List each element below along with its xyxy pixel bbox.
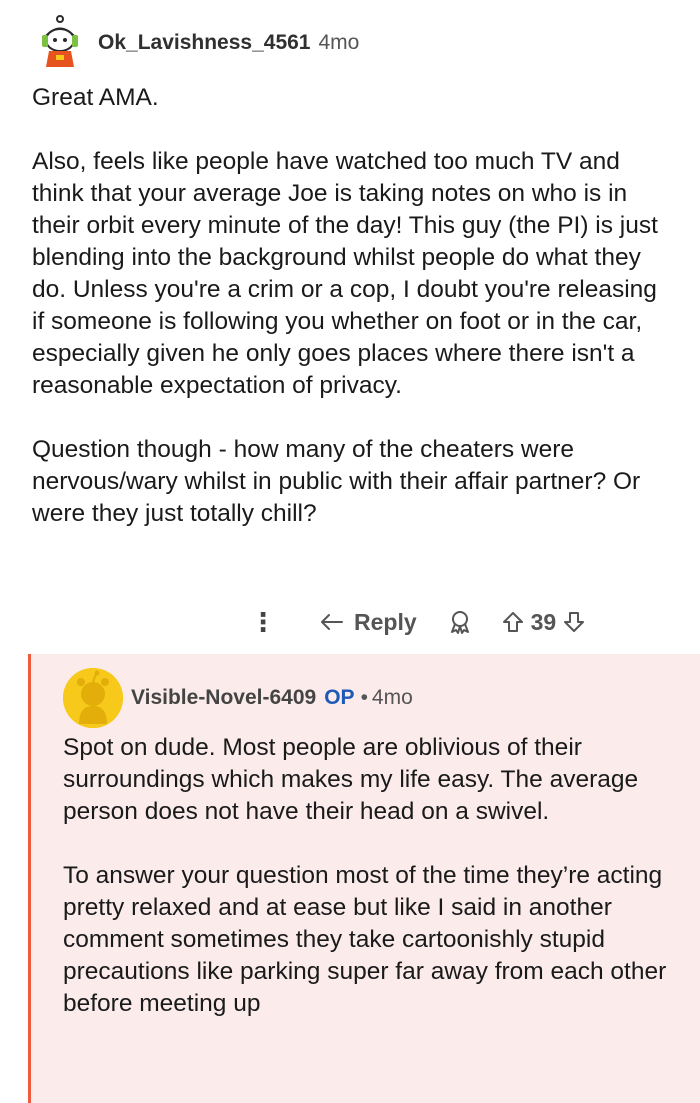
reply-comment: Visible-Novel-6409 OP • 4mo Spot on dude… <box>28 654 700 1103</box>
avatar[interactable] <box>63 668 123 728</box>
separator: • <box>360 686 368 709</box>
upvote-icon[interactable] <box>501 610 525 634</box>
reply-age: 4mo <box>371 686 413 709</box>
comment-paragraph: Great AMA. <box>32 84 159 111</box>
vote-count: 39 <box>530 608 557 635</box>
comment-age: 4mo <box>318 31 360 54</box>
reply-body: Spot on dude. Most people are oblivious … <box>63 732 683 1052</box>
comment-header: Ok_Lavishness_4561 4mo <box>30 8 359 78</box>
reply-paragraph: Spot on dude. Most people are oblivious … <box>63 734 639 825</box>
reply-username[interactable]: Visible-Novel-6409 <box>131 686 316 710</box>
more-vertical-icon[interactable]: ⋮ <box>250 607 276 638</box>
snoo-avatar-icon <box>63 668 123 728</box>
award-icon[interactable] <box>447 609 473 635</box>
reply-header: Visible-Novel-6409 OP • 4mo <box>63 668 413 728</box>
op-badge: OP <box>324 686 355 709</box>
reply-arrow-icon <box>321 614 343 630</box>
comment-username[interactable]: Ok_Lavishness_4561 <box>98 31 310 55</box>
comment-paragraph: Also, feels like people have watched too… <box>32 148 658 399</box>
reply-label: Reply <box>354 608 417 635</box>
comment-body: Great AMA. Also, feels like people have … <box>32 82 672 562</box>
downvote-icon[interactable] <box>562 610 586 634</box>
comment-paragraph: Question though - how many of the cheate… <box>32 436 641 527</box>
reply-button[interactable]: Reply <box>320 609 417 636</box>
comment-actions: ⋮ Reply 39 <box>250 600 670 644</box>
reply-paragraph: To answer your question most of the time… <box>63 862 667 1017</box>
snoo-avatar-icon <box>31 14 89 72</box>
vote-controls: 39 <box>501 609 587 636</box>
avatar[interactable] <box>30 13 90 73</box>
